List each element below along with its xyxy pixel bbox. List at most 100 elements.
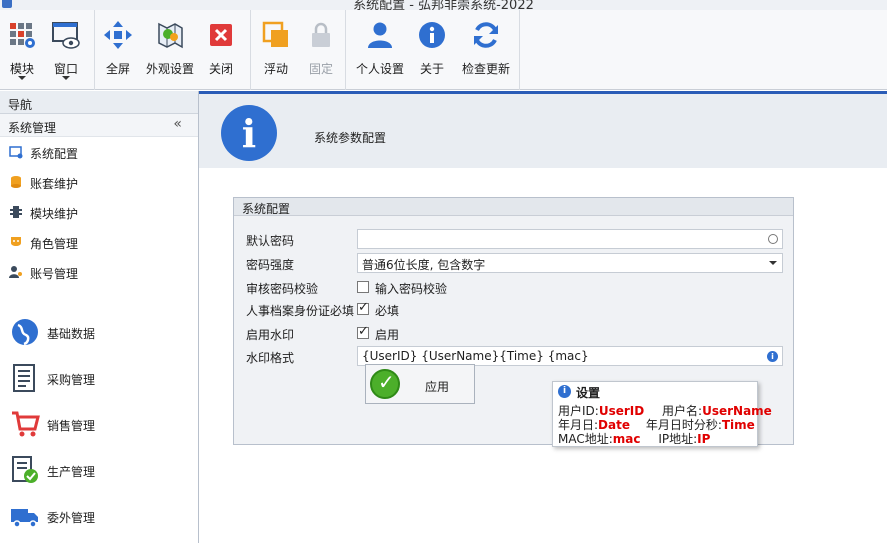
sidebar-module-label: 基础数据 xyxy=(47,327,96,341)
sidebar-item-label: 模块维护 xyxy=(30,207,79,221)
modules-icon xyxy=(10,23,35,48)
appearance-icon xyxy=(158,22,183,49)
chevron-down-icon xyxy=(62,76,70,80)
password-strength-label: 密码强度 xyxy=(246,258,295,272)
checkbox-box[interactable] xyxy=(357,300,369,315)
watermark-format-row: 水印格式 {UserID} {UserName}{Time} {mac} i xyxy=(244,346,784,368)
tooltip-key: MAC地址: xyxy=(558,432,613,446)
check-update-label: 检查更新 xyxy=(461,62,510,76)
tooltip-title: 设置 xyxy=(576,386,601,400)
hr-id-required-label: 人事档案身份证必填 xyxy=(246,304,355,318)
refresh-icon xyxy=(474,22,498,48)
watermark-format-label: 水印格式 xyxy=(246,351,295,365)
sidebar-module-label: 生产管理 xyxy=(47,465,96,479)
lock-icon xyxy=(312,22,330,47)
main-content: i 系统参数配置 系统配置 默认密码 密码强度 普通6位长度, 包含数字 审核密… xyxy=(199,91,887,543)
document-list-icon xyxy=(13,364,35,392)
apply-button[interactable]: 应用 xyxy=(365,364,475,404)
info-icon xyxy=(419,22,445,48)
default-password-row: 默认密码 xyxy=(244,229,784,251)
document-check-icon xyxy=(12,456,38,483)
ribbon-group-view: 模块 窗口 xyxy=(0,10,95,90)
sidebar-module-label: 委外管理 xyxy=(47,511,96,525)
chevron-down-icon[interactable] xyxy=(769,261,777,265)
close-label: 关闭 xyxy=(208,62,233,76)
nav-group-label: 系统管理 xyxy=(8,121,57,135)
chevron-down-icon xyxy=(18,76,26,80)
watermark-format-tooltip: i 设置 用户ID:UserID 用户名:UserName 年月日:Date 年… xyxy=(552,381,772,447)
sidebar-module-outsourcing[interactable]: 委外管理 xyxy=(0,493,199,539)
sidebar-item-account-sets[interactable]: 账套维护 xyxy=(0,167,198,197)
tooltip-key: IP地址: xyxy=(658,432,698,446)
ribbon-group-layout: 全屏 外观设置 关闭 xyxy=(95,10,251,90)
pin-button[interactable]: 固定 xyxy=(299,14,343,80)
sidebar-item-roles[interactable]: 角色管理 xyxy=(0,227,198,257)
apply-label: 应用 xyxy=(425,380,450,394)
default-password-field[interactable] xyxy=(357,229,783,249)
sidebar-module-label: 采购管理 xyxy=(47,373,96,387)
navigation-sidebar: 导航 系统管理 « 系统配置 账套维护 模块维护 角色管理 账号管理 基础数据 … xyxy=(0,91,199,543)
tooltip-value: Time xyxy=(721,418,755,432)
watermark-format-value: {UserID} {UserName}{Time} {mac} xyxy=(362,349,589,363)
tooltip-value: IP xyxy=(697,432,711,446)
enable-watermark-label: 启用水印 xyxy=(246,328,295,342)
password-strength-select[interactable]: 普通6位长度, 包含数字 xyxy=(357,253,783,273)
checkbox-box[interactable] xyxy=(357,281,369,293)
page-title: 系统参数配置 xyxy=(314,131,387,145)
checkbox-box[interactable] xyxy=(357,324,369,339)
about-label: 关于 xyxy=(419,62,444,76)
page-header: i 系统参数配置 xyxy=(199,94,887,168)
sidebar-module-production[interactable]: 生产管理 xyxy=(0,447,199,493)
collapse-icon[interactable]: « xyxy=(173,116,182,132)
title-bar: 系统配置 - 弘邦非崇系统-2022 xyxy=(0,0,887,10)
float-icon xyxy=(262,21,288,47)
group-title: 系统配置 xyxy=(234,198,793,216)
sidebar-item-system-config[interactable]: 系统配置 xyxy=(0,137,198,167)
checkbox-label: 启用 xyxy=(375,328,400,342)
sidebar-item-label: 账套维护 xyxy=(30,177,79,191)
nav-group-system[interactable]: 系统管理 « xyxy=(0,114,198,137)
user-icon xyxy=(368,22,392,48)
audit-password-label: 审核密码校验 xyxy=(246,282,319,296)
audit-password-row: 审核密码校验 输入密码校验 xyxy=(244,277,784,299)
info-icon[interactable]: i xyxy=(767,351,778,362)
window-icon xyxy=(52,22,80,49)
info-icon: i xyxy=(221,105,277,161)
sidebar-module-label: 销售管理 xyxy=(47,419,96,433)
password-strength-value: 普通6位长度, 包含数字 xyxy=(362,258,486,272)
check-update-button[interactable]: 检查更新 xyxy=(462,14,510,80)
password-strength-row: 密码强度 普通6位长度, 包含数字 xyxy=(244,253,784,275)
sidebar-item-accounts[interactable]: 账号管理 xyxy=(0,257,198,287)
close-icon xyxy=(210,24,232,46)
window-title: 系统配置 - 弘邦非崇系统-2022 xyxy=(353,0,534,10)
appearance-button[interactable]: 外观设置 xyxy=(146,14,194,80)
personal-settings-button[interactable]: 个人设置 xyxy=(356,14,404,80)
close-button[interactable]: 关闭 xyxy=(199,14,243,80)
watermark-format-field[interactable]: {UserID} {UserName}{Time} {mac} i xyxy=(357,346,783,366)
mask-icon xyxy=(11,237,21,246)
personal-settings-label: 个人设置 xyxy=(355,62,404,76)
pin-label: 固定 xyxy=(308,62,333,76)
sidebar-module-purchase[interactable]: 采购管理 xyxy=(0,355,199,401)
window-button[interactable]: 窗口 xyxy=(44,14,88,80)
about-button[interactable]: 关于 xyxy=(410,14,454,80)
info-icon: i xyxy=(558,385,571,398)
sidebar-item-label: 账号管理 xyxy=(30,267,79,281)
sidebar-item-modules[interactable]: 模块维护 xyxy=(0,197,198,227)
ribbon-toolbar: 模块 窗口 全屏 外观设置 关闭 浮动 固定 个人设置 关于 检查更新 xyxy=(0,10,887,90)
enable-watermark-row: 启用水印 启用 xyxy=(244,323,784,345)
nav-header: 导航 xyxy=(0,91,198,114)
sidebar-item-label: 角色管理 xyxy=(30,237,79,251)
checkbox-label: 输入密码校验 xyxy=(375,282,448,296)
fullscreen-button[interactable]: 全屏 xyxy=(96,14,140,80)
info-glyph: i xyxy=(241,111,257,156)
fullscreen-icon xyxy=(104,21,132,49)
globe-icon xyxy=(12,319,38,346)
tooltip-line: MAC地址:mac IP地址:IP xyxy=(558,430,710,447)
sidebar-module-sales[interactable]: 销售管理 xyxy=(0,401,199,447)
ribbon-group-dock: 浮动 固定 xyxy=(251,10,346,90)
eye-icon[interactable] xyxy=(768,234,778,244)
checkbox-label: 必填 xyxy=(375,304,400,318)
sidebar-module-base-data[interactable]: 基础数据 xyxy=(0,309,199,355)
fullscreen-label: 全屏 xyxy=(105,62,130,76)
